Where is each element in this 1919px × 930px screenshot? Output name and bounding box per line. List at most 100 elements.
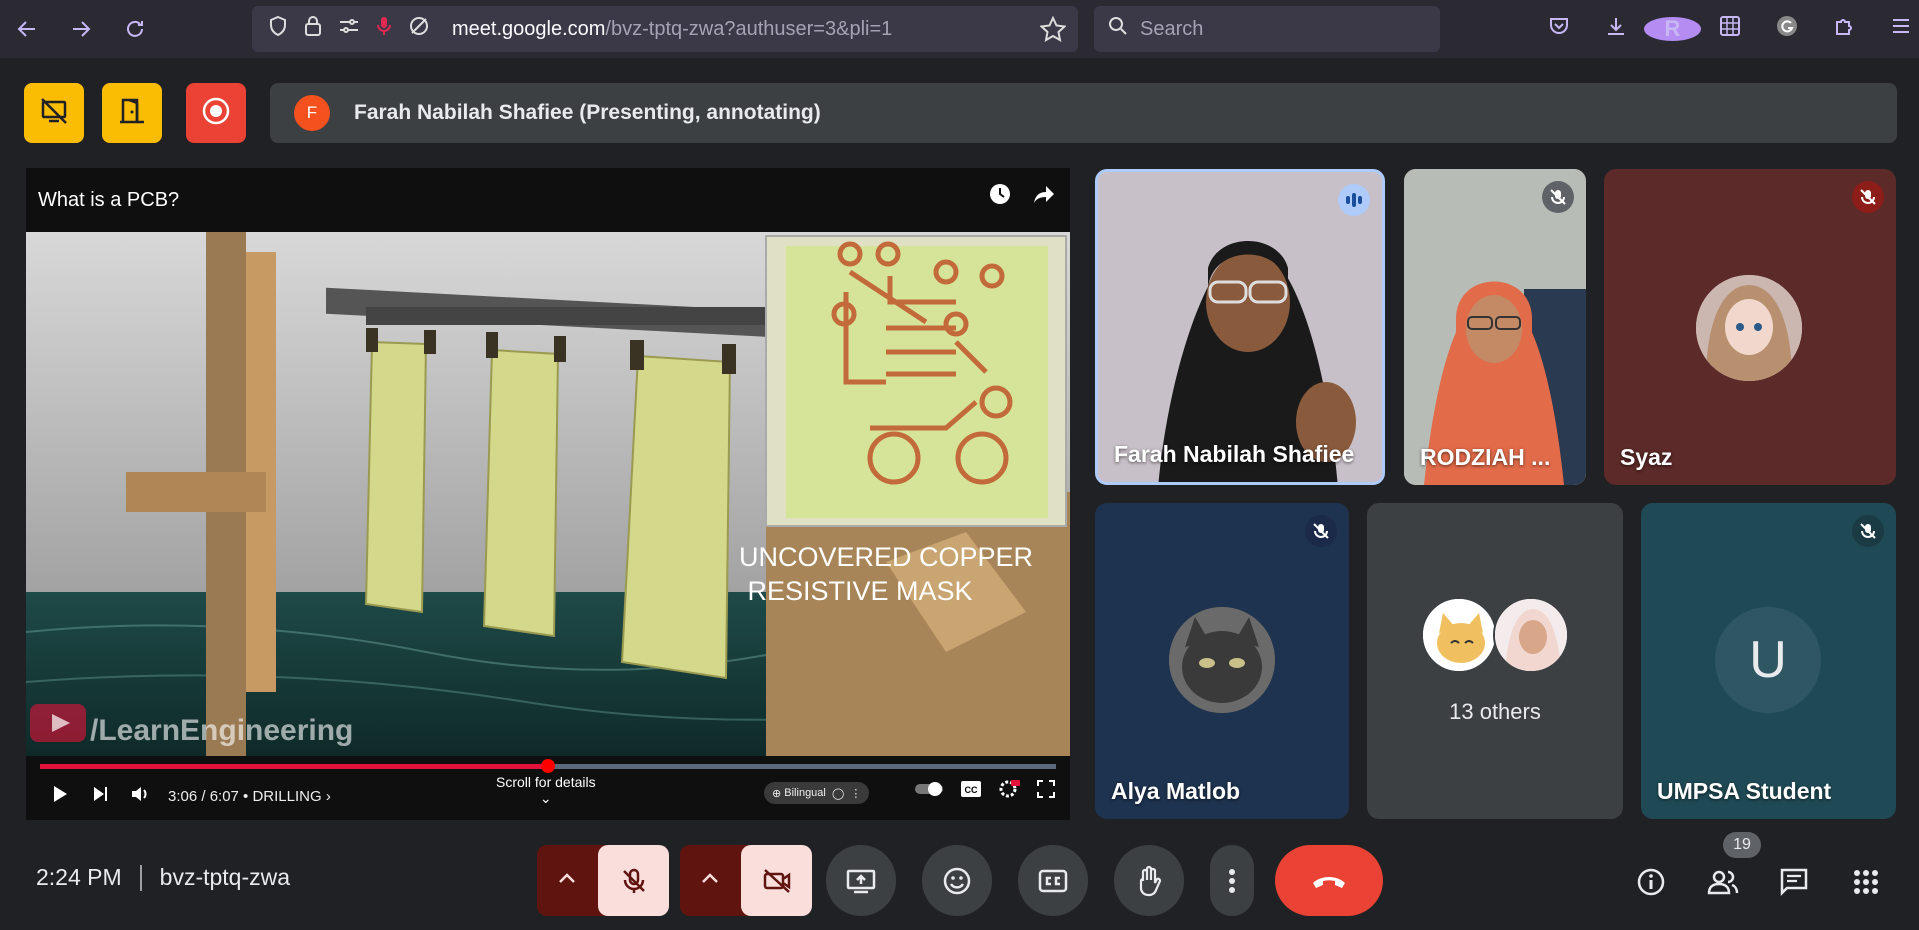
raise-hand-button[interactable] [1114,845,1184,916]
extensions-puzzle-icon[interactable] [1815,15,1872,43]
bilingual-label: Bilingual [784,787,826,799]
menu-hamburger-icon[interactable] [1872,15,1919,43]
more-vert-icon [1229,868,1235,893]
profile-avatar[interactable]: R [1644,16,1701,42]
bookmark-star-icon[interactable] [1039,6,1067,59]
shield-icon[interactable] [268,15,288,43]
mic-off-icon [1305,515,1337,547]
speaking-indicator-icon [1338,184,1370,216]
emoji-icon [943,867,971,894]
video-progress-played [40,764,548,769]
chat-button[interactable] [1774,862,1814,902]
camera-off-icon [763,868,790,893]
people-count-badge: 19 [1723,832,1761,858]
watch-later-icon[interactable] [988,182,1012,213]
lock-icon[interactable] [304,15,322,43]
mic-off-icon [1852,515,1884,547]
back-icon[interactable] [0,0,54,58]
url-text[interactable]: meet.google.com/bvz-tptq-zwa?authuser=3&… [452,18,892,41]
others-tile[interactable]: 13 others [1367,503,1623,819]
participant-tile-syaz[interactable]: Syaz [1604,169,1896,485]
settings-gear-icon[interactable] [998,778,1020,805]
participant-name: UMPSA Student [1657,778,1832,804]
info-icon [1637,868,1665,896]
video-options-chevron-icon[interactable] [700,871,720,890]
participant-avatar [1169,607,1275,713]
camera-toggle-button[interactable] [741,845,812,916]
participant-video [1098,172,1382,482]
video-header: What is a PCB? [26,168,1070,232]
participant-tile-rodziah[interactable]: RODZIAH ... [1404,169,1586,485]
presenter-banner: F Farah Nabilah Shafiee (Presenting, ann… [270,83,1897,143]
fullscreen-icon[interactable] [1036,779,1056,804]
pcb-illustration: UNCOVERED COPPER RESISTIVE MASK /LearnEn… [26,232,1070,756]
chevron-down-icon: ⌄ [539,790,552,806]
audio-control-group [537,845,669,916]
browser-search-input[interactable]: Search [1094,6,1440,52]
volume-icon[interactable] [120,784,160,809]
mic-toggle-button[interactable] [598,845,669,916]
microphone-active-icon[interactable] [376,15,392,43]
divider [139,864,142,891]
activities-button[interactable] [1846,862,1886,902]
search-icon [1108,16,1128,42]
meeting-code: bvz-tptq-zwa [159,864,291,890]
forward-icon[interactable] [54,0,108,58]
participant-name: Alya Matlob [1111,778,1241,804]
captions-icon[interactable]: CC [960,780,982,803]
leave-call-button[interactable] [1275,845,1383,916]
recording-button[interactable] [186,83,246,143]
people-icon [1707,870,1739,895]
door-icon [117,96,147,131]
participant-tile-alya[interactable]: Alya Matlob [1095,503,1349,819]
mic-off-icon [622,868,645,893]
svg-text:CC: CC [965,785,978,795]
record-icon [201,96,231,131]
presenter-label: Farah Nabilah Shafiee (Presenting, annot… [354,101,821,124]
video-progress-knob[interactable] [541,759,555,773]
participant-name: Syaz [1620,444,1673,470]
others-avatar-1 [1421,597,1497,673]
participant-name: RODZIAH ... [1420,444,1551,470]
permissions-icon[interactable] [338,16,360,42]
video-frame[interactable]: UNCOVERED COPPER RESISTIVE MASK /LearnEn… [26,232,1070,756]
video-time[interactable]: 3:06 / 6:07 • DRILLING › [168,788,331,805]
audio-options-chevron-icon[interactable] [557,871,577,890]
share-icon[interactable] [1032,182,1056,213]
participant-tile-umpsa[interactable]: U UMPSA Student [1641,503,1896,819]
grid-extension-icon[interactable] [1701,15,1758,43]
pocket-icon[interactable] [1530,15,1587,43]
video-title[interactable]: What is a PCB? [38,189,179,212]
scroll-for-details[interactable]: Scroll for details ⌄ [496,774,596,807]
present-screen-button[interactable] [826,845,896,916]
mic-off-icon [1852,181,1884,213]
apps-grid-icon [1854,870,1878,894]
breakout-room-button[interactable] [102,83,162,143]
people-button[interactable] [1703,862,1743,902]
reactions-button[interactable] [922,845,992,916]
video-progress-bar[interactable] [40,759,1056,773]
scroll-hint-label: Scroll for details [496,774,596,790]
url-bar[interactable]: meet.google.com/bvz-tptq-zwa?authuser=3&… [252,6,1078,52]
captions-button[interactable] [1018,845,1088,916]
participant-initial-avatar: U [1715,607,1821,713]
download-icon[interactable] [1587,15,1644,43]
profile-initial: R [1644,17,1701,41]
next-icon[interactable] [80,784,120,809]
presenter-avatar: F [294,95,330,131]
more-options-button[interactable] [1210,845,1254,916]
video-overlay-line1: UNCOVERED COPPER [739,542,1033,572]
closed-captions-icon [1038,869,1068,892]
autoplay-toggle-icon[interactable] [914,781,944,802]
stop-presenting-button[interactable] [24,83,84,143]
grammarly-icon[interactable] [1758,14,1815,44]
bilingual-toggle[interactable]: ⊕ Bilingual ◯ ⋮ [764,782,870,804]
participant-avatar [1696,275,1802,381]
meeting-time: 2:24 PM [36,864,122,890]
url-host: meet.google.com [452,17,606,40]
participant-tile-farah[interactable]: Farah Nabilah Shafiee [1095,169,1385,485]
meeting-details-button[interactable] [1631,862,1671,902]
play-icon[interactable] [40,784,80,809]
camera-blocked-icon[interactable] [408,15,430,43]
reload-icon[interactable] [108,0,162,58]
